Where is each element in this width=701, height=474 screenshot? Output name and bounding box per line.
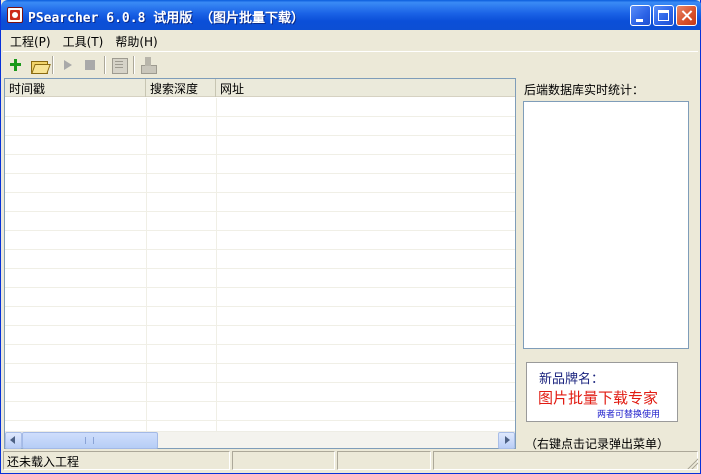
table-row[interactable] [5,231,515,250]
table-row[interactable] [5,250,515,269]
table-row[interactable] [5,402,515,421]
menu-project[interactable]: 工程(P) [4,31,57,50]
brand-name: 图片批量下载专家 [538,389,659,407]
resize-grip-icon[interactable] [686,457,698,469]
record-list[interactable]: 时间戳 搜索深度 网址 [4,78,516,449]
table-row[interactable] [5,383,515,402]
maximize-button[interactable] [653,5,674,26]
stats-label: 后端数据库实时统计： [524,83,645,97]
column-search-depth[interactable]: 搜索深度 [146,79,216,97]
table-row[interactable] [5,269,515,288]
window-title: PSearcher 6.0.8 试用版 （图片批量下载） [28,11,305,26]
stop-icon[interactable] [79,54,102,76]
table-row[interactable] [5,326,515,345]
close-button[interactable] [676,5,697,26]
horizontal-scrollbar[interactable] [5,431,515,449]
column-gridline [216,98,217,431]
new-project-icon[interactable] [4,54,27,76]
table-row[interactable] [5,98,515,117]
status-bar: 还未载入工程 [3,451,700,471]
scrollbar-thumb[interactable] [22,432,158,449]
table-row[interactable] [5,136,515,155]
app-window: PSearcher 6.0.8 试用版 （图片批量下载） 工程(P) 工具(T)… [0,0,701,474]
menu-help[interactable]: 帮助(H) [109,31,163,50]
toolbar [4,54,160,76]
brand-title: 新品牌名： [539,372,605,387]
table-row[interactable] [5,421,515,431]
menu-tools[interactable]: 工具(T) [57,31,110,50]
open-folder-icon[interactable] [27,54,50,76]
brand-banner[interactable]: 新品牌名： 图片批量下载专家 两者可替换使用 [526,362,678,422]
list-header: 时间戳 搜索深度 网址 [5,79,515,97]
table-row[interactable] [5,345,515,364]
column-url[interactable]: 网址 [216,79,515,97]
table-row[interactable] [5,174,515,193]
table-row[interactable] [5,155,515,174]
status-cell [337,451,431,470]
list-body[interactable] [5,98,515,431]
properties-icon[interactable] [108,54,131,76]
brand-note: 两者可替换使用 [597,410,661,420]
title-bar[interactable]: PSearcher 6.0.8 试用版 （图片批量下载） [1,0,701,30]
app-icon[interactable] [7,7,23,23]
table-row[interactable] [5,212,515,231]
stats-panel[interactable] [523,101,689,349]
menu-divider [3,51,698,52]
play-icon[interactable] [56,54,79,76]
export-icon[interactable] [137,54,160,76]
table-row[interactable] [5,117,515,136]
menu-bar: 工程(P) 工具(T) 帮助(H) [4,31,164,50]
status-cell [433,451,698,470]
table-row[interactable] [5,364,515,383]
column-gridline [146,98,147,431]
status-cell [232,451,335,470]
table-row[interactable] [5,193,515,212]
context-menu-hint: （右键点击记录弹出菜单） [525,437,670,451]
scroll-left-icon[interactable] [5,432,22,449]
table-row[interactable] [5,307,515,326]
scroll-right-icon[interactable] [498,432,515,449]
minimize-button[interactable] [630,5,651,26]
status-message: 还未载入工程 [3,451,230,470]
column-timestamp[interactable]: 时间戳 [5,79,146,97]
table-row[interactable] [5,288,515,307]
